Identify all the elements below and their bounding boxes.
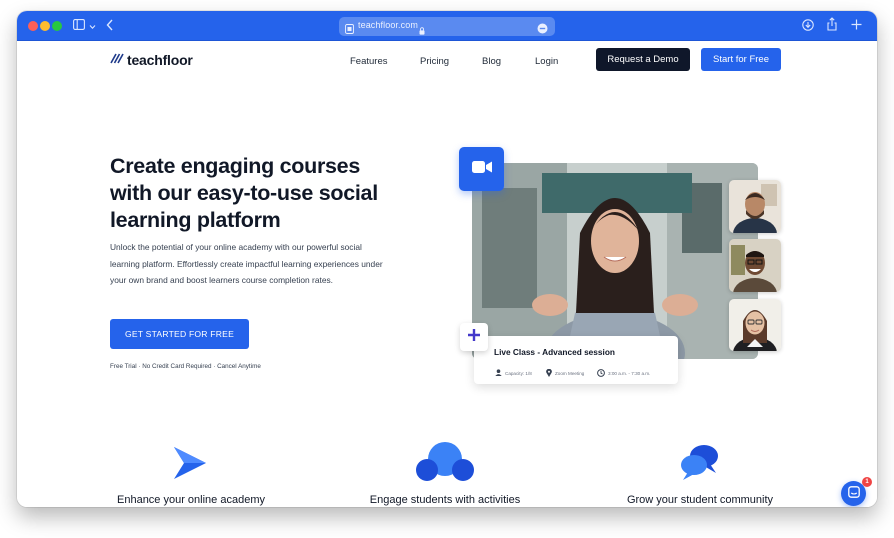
lock-icon [419,22,425,40]
time-text: 3:00 a.m. - 7:30 a.m. [608,371,651,376]
minimize-window-button[interactable] [40,21,50,31]
request-demo-button[interactable]: Request a Demo [596,48,690,71]
nav-pricing[interactable]: Pricing [420,56,449,68]
nav-features[interactable]: Features [350,56,388,68]
user-icon [495,369,502,377]
download-icon[interactable] [802,19,814,35]
participant-thumbnail [729,180,781,233]
browser-toolbar: teachfloor.com [17,11,877,41]
play-arrow-icon [172,445,208,486]
site-icon [345,21,354,39]
hero-title: Create engaging courses with our easy-to… [110,154,378,232]
address-bar[interactable]: teachfloor.com [339,17,555,36]
web-page: teachfloor Features Pricing Blog Login R… [17,41,877,507]
start-free-button[interactable]: Start for Free [701,48,781,71]
chat-notification-badge: 1 [862,477,872,487]
share-icon[interactable] [827,17,837,35]
time-meta: 3:00 a.m. - 7:30 a.m. [597,369,650,378]
logo-text: teachfloor [127,52,193,68]
location-text: Zoom Meeting [555,371,585,376]
chevron-down-icon[interactable] [89,20,96,34]
feature-label-engage: Engage students with activities [369,494,521,506]
clock-icon [597,369,605,378]
back-icon[interactable] [106,19,114,35]
screenshot-stage: teachfloor.com teachfloor Features Prici… [0,0,894,538]
video-camera-icon [471,160,492,179]
sidebar-icon[interactable] [73,19,85,34]
capacity-text: Capacity: 1/8 [505,370,532,376]
reader-icon[interactable] [537,21,548,39]
video-camera-badge [459,147,504,191]
logo-mark-icon [110,51,124,69]
plus-icon [467,328,481,347]
cta-note: Free Trial · No Credit Card Required · C… [110,363,261,370]
capacity-meta: Capacity: 1/8 [495,369,532,377]
browser-window: teachfloor.com teachfloor Features Prici… [17,11,877,507]
close-window-button[interactable] [28,21,38,31]
location-pin-icon [546,368,552,378]
video-frame-illustration [472,163,758,359]
live-class-card: Live Class - Advanced session Capacity: … [474,336,678,384]
location-meta: Zoom Meeting [546,368,585,378]
participant-thumbnail [729,239,781,292]
participant-thumbnail [729,299,781,351]
hero-description: Unlock the potential of your online acad… [110,242,383,285]
nav-login[interactable]: Login [535,56,558,68]
maximize-window-button[interactable] [52,21,62,31]
live-class-title: Live Class - Advanced session [494,347,615,357]
feature-label-enhance: Enhance your online academy [117,494,265,506]
get-started-button[interactable]: GET STARTED FOR FREE [110,319,249,349]
hero-video-illustration [472,163,758,359]
site-logo[interactable]: teachfloor [110,51,193,69]
url-text: teachfloor.com [358,20,418,30]
bubbles-icon [415,441,475,488]
chat-widget-icon [847,485,860,503]
new-tab-icon[interactable] [851,19,862,34]
nav-blog[interactable]: Blog [482,56,501,68]
feature-label-grow: Grow your student community [626,494,774,506]
chat-bubbles-icon [680,443,720,486]
add-badge [460,323,488,351]
